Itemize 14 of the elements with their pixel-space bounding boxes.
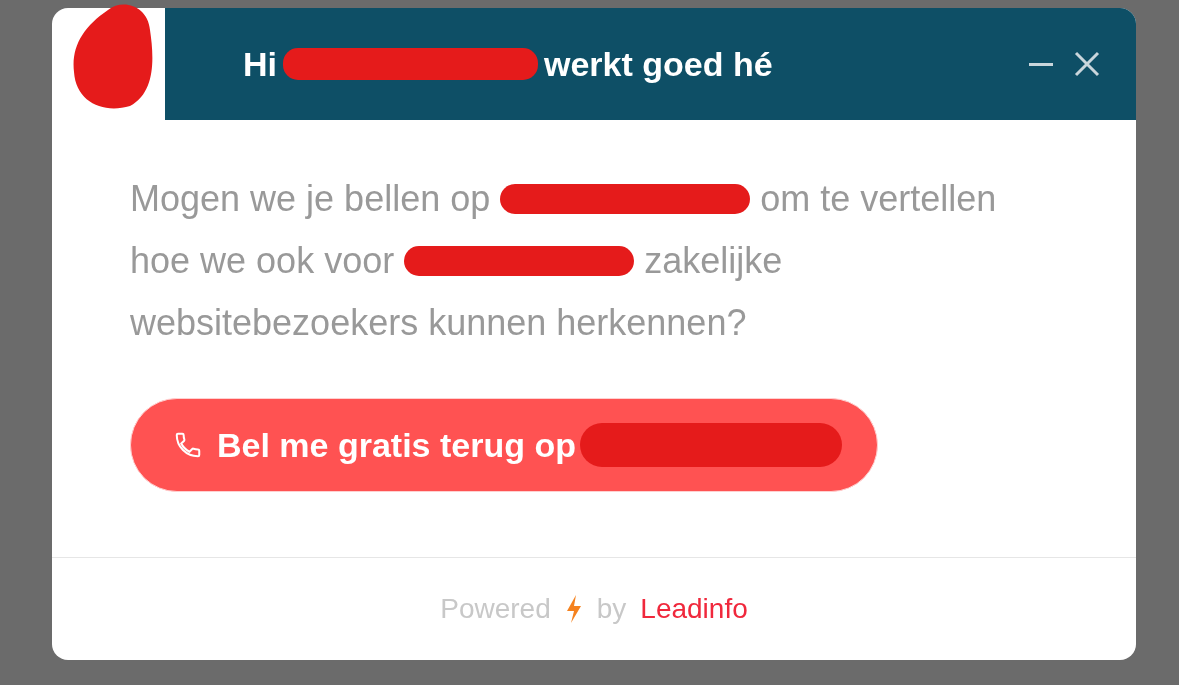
lightning-icon: [564, 594, 583, 624]
message-text: Mogen we je bellen op: [130, 177, 491, 221]
call-back-button[interactable]: Bel me gratis terug op: [130, 398, 878, 492]
header-title: werkt goed hé: [544, 44, 773, 84]
close-icon: [1074, 51, 1100, 77]
message-text: websitebezoekers kunnen herkennen?: [130, 301, 747, 345]
close-button[interactable]: [1074, 51, 1100, 77]
message-text: zakelijke: [644, 239, 783, 283]
phone-icon: [173, 430, 203, 460]
brand-link[interactable]: Leadinfo: [640, 593, 748, 625]
message-text: om te vertellen: [760, 177, 997, 221]
message-text: hoe we ook voor: [130, 239, 395, 283]
minimize-icon: [1028, 62, 1054, 66]
header-title: Hi: [243, 44, 277, 84]
